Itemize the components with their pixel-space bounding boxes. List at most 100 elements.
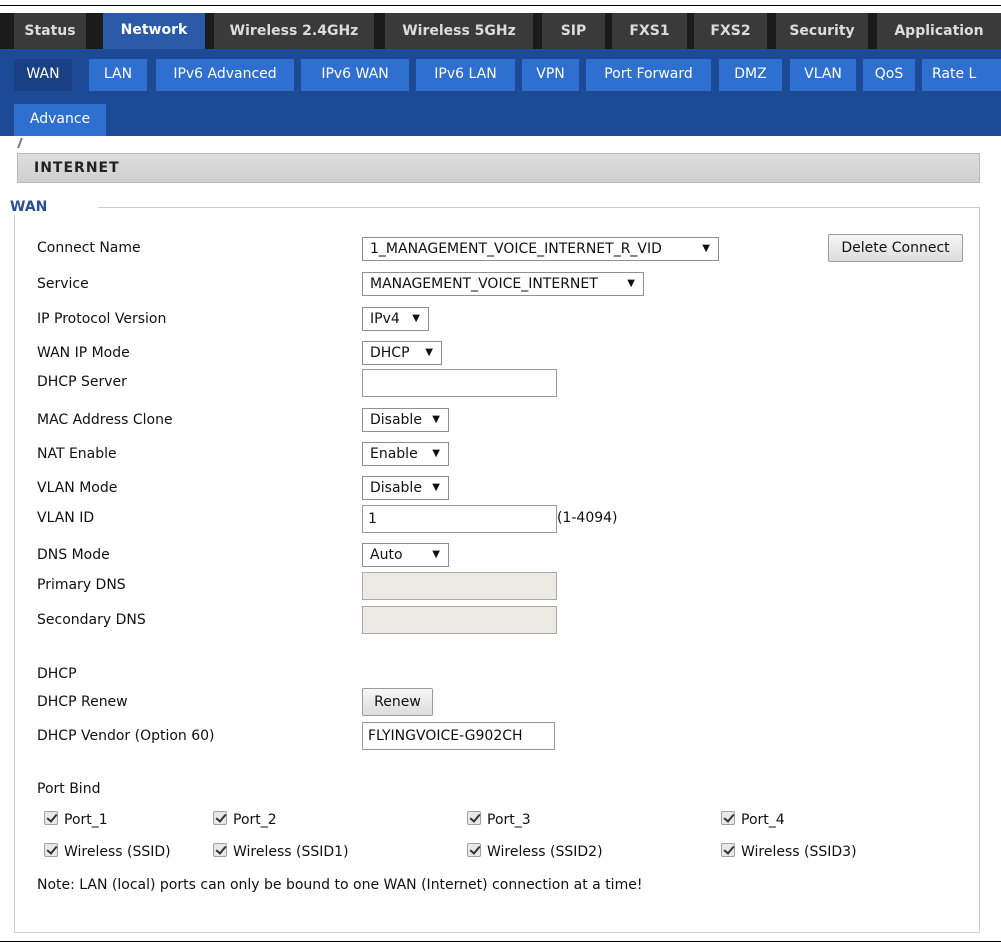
section-title: INTERNET (34, 160, 120, 176)
wireless-ssid3-label: Wireless (SSID3) (741, 844, 857, 860)
checkbox-checked-icon[interactable] (213, 843, 227, 857)
port-3-label: Port_3 (487, 812, 531, 828)
nat-enable-select[interactable]: Enable ▼ (362, 442, 449, 466)
subtab-lan[interactable]: LAN (89, 59, 147, 91)
tab-application[interactable]: Application (877, 13, 1001, 49)
mac-clone-select[interactable]: Disable ▼ (362, 408, 449, 432)
dhcp-server-label: DHCP Server (37, 374, 127, 390)
tab-fxs1[interactable]: FXS1 (612, 13, 687, 49)
dropdown-arrow-icon: ▼ (702, 243, 710, 254)
wan-ip-mode-label: WAN IP Mode (37, 345, 130, 361)
wireless-ssid2-label: Wireless (SSID2) (487, 844, 603, 860)
wan-ip-mode-select[interactable]: DHCP ▼ (362, 341, 442, 365)
mac-clone-value: Disable (370, 412, 422, 428)
vlan-mode-select[interactable]: Disable ▼ (362, 476, 449, 500)
secondary-dns-input (362, 606, 557, 634)
corner-mark (17, 138, 23, 148)
nat-enable-label: NAT Enable (37, 446, 117, 462)
dns-mode-label: DNS Mode (37, 547, 110, 563)
port-4-checkbox[interactable]: Port_4 (721, 811, 785, 828)
wireless-ssid1-checkbox[interactable]: Wireless (SSID1) (213, 843, 349, 860)
dhcp-heading: DHCP (37, 666, 77, 682)
connect-name-value: 1_MANAGEMENT_VOICE_INTERNET_R_VID (370, 241, 662, 257)
tab-wireless-5ghz[interactable]: Wireless 5GHz (385, 13, 533, 49)
subtab-vlan[interactable]: VLAN (790, 59, 856, 91)
bottom-rule (0, 941, 1001, 942)
tab-network[interactable]: Network (103, 13, 205, 49)
vlan-mode-label: VLAN Mode (37, 480, 118, 496)
port-4-label: Port_4 (741, 812, 785, 828)
dropdown-arrow-icon: ▼ (627, 278, 635, 289)
wireless-ssid3-checkbox[interactable]: Wireless (SSID3) (721, 843, 857, 860)
port-1-checkbox[interactable]: Port_1 (44, 811, 108, 828)
checkbox-checked-icon[interactable] (44, 843, 58, 857)
wireless-ssid-label: Wireless (SSID) (64, 844, 171, 860)
renew-button[interactable]: Renew (362, 688, 433, 716)
vlan-mode-value: Disable (370, 480, 422, 496)
port-2-label: Port_2 (233, 812, 277, 828)
connect-name-select[interactable]: 1_MANAGEMENT_VOICE_INTERNET_R_VID ▼ (362, 237, 719, 261)
top-rule (0, 5, 1001, 6)
vlan-id-label: VLAN ID (37, 510, 95, 526)
tab-fxs2[interactable]: FXS2 (694, 13, 767, 49)
delete-connect-button[interactable]: Delete Connect (828, 234, 963, 262)
port-bind-heading: Port Bind (37, 781, 101, 797)
subtab-rate-limit[interactable]: Rate L (922, 59, 1001, 91)
checkbox-checked-icon[interactable] (44, 811, 58, 825)
checkbox-checked-icon[interactable] (467, 843, 481, 857)
service-select[interactable]: MANAGEMENT_VOICE_INTERNET ▼ (362, 272, 644, 296)
dhcp-server-input[interactable] (362, 369, 557, 397)
checkbox-checked-icon[interactable] (467, 811, 481, 825)
subtab-vpn[interactable]: VPN (522, 59, 579, 91)
dhcp-vendor-input[interactable]: FLYINGVOICE-G902CH (362, 722, 555, 750)
tab-sip[interactable]: SIP (542, 13, 605, 49)
tab-status[interactable]: Status (14, 13, 86, 49)
dhcp-vendor-label: DHCP Vendor (Option 60) (37, 728, 215, 744)
dns-mode-select[interactable]: Auto ▼ (362, 543, 449, 567)
service-label: Service (37, 276, 89, 292)
checkbox-checked-icon[interactable] (213, 811, 227, 825)
port-2-checkbox[interactable]: Port_2 (213, 811, 277, 828)
subtab-port-forward[interactable]: Port Forward (586, 59, 711, 91)
ip-protocol-label: IP Protocol Version (37, 311, 167, 327)
primary-dns-input (362, 572, 557, 600)
checkbox-checked-icon[interactable] (721, 811, 735, 825)
subtab-dmz[interactable]: DMZ (719, 59, 782, 91)
wireless-ssid1-label: Wireless (SSID1) (233, 844, 349, 860)
sub-nav: WAN LAN IPv6 Advanced IPv6 WAN IPv6 LAN … (0, 49, 1001, 136)
section-header: INTERNET (17, 153, 980, 183)
tab-security[interactable]: Security (776, 13, 868, 49)
dropdown-arrow-icon: ▼ (412, 313, 420, 324)
wan-ip-mode-value: DHCP (370, 345, 410, 361)
subtab-advance[interactable]: Advance (14, 104, 106, 136)
ip-protocol-value: IPv4 (370, 311, 400, 327)
tab-wireless-24ghz[interactable]: Wireless 2.4GHz (214, 13, 374, 49)
wireless-ssid2-checkbox[interactable]: Wireless (SSID2) (467, 843, 603, 860)
vlan-id-input[interactable]: 1 (362, 505, 557, 533)
service-value: MANAGEMENT_VOICE_INTERNET (370, 276, 598, 292)
port-3-checkbox[interactable]: Port_3 (467, 811, 531, 828)
wireless-ssid-checkbox[interactable]: Wireless (SSID) (44, 843, 171, 860)
primary-dns-label: Primary DNS (37, 577, 126, 593)
subtab-ipv6-lan[interactable]: IPv6 LAN (416, 59, 515, 91)
subtab-wan[interactable]: WAN (14, 59, 72, 91)
secondary-dns-label: Secondary DNS (37, 612, 146, 628)
subtab-ipv6-advanced[interactable]: IPv6 Advanced (156, 59, 294, 91)
subtab-qos[interactable]: QoS (863, 59, 915, 91)
dropdown-arrow-icon: ▼ (432, 482, 440, 493)
connect-name-label: Connect Name (37, 240, 141, 256)
port-1-label: Port_1 (64, 812, 108, 828)
ip-protocol-select[interactable]: IPv4 ▼ (362, 307, 429, 331)
main-nav: Status Network Wireless 2.4GHz Wireless … (0, 13, 1001, 49)
checkbox-checked-icon[interactable] (721, 843, 735, 857)
subtab-ipv6-wan[interactable]: IPv6 WAN (301, 59, 409, 91)
dhcp-renew-label: DHCP Renew (37, 694, 128, 710)
vlan-id-range-hint: (1-4094) (557, 510, 618, 526)
dropdown-arrow-icon: ▼ (432, 549, 440, 560)
dns-mode-value: Auto (370, 547, 403, 563)
dropdown-arrow-icon: ▼ (432, 448, 440, 459)
nat-enable-value: Enable (370, 446, 418, 462)
mac-clone-label: MAC Address Clone (37, 412, 173, 428)
port-bind-note: Note: LAN (local) ports can only be boun… (37, 877, 643, 893)
dropdown-arrow-icon: ▼ (425, 347, 433, 358)
